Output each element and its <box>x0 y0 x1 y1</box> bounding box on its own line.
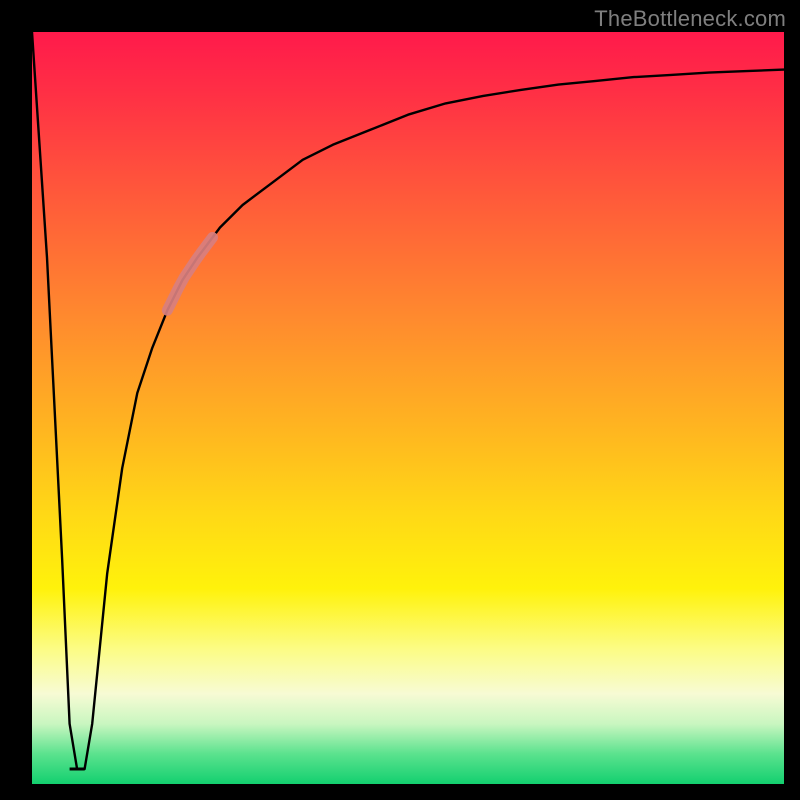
chart-frame: TheBottleneck.com <box>0 0 800 800</box>
plot-area <box>32 32 784 784</box>
bottleneck-curve <box>32 32 784 784</box>
highlight-segment <box>167 238 212 311</box>
watermark-text: TheBottleneck.com <box>594 6 786 32</box>
curve-path <box>32 32 784 769</box>
